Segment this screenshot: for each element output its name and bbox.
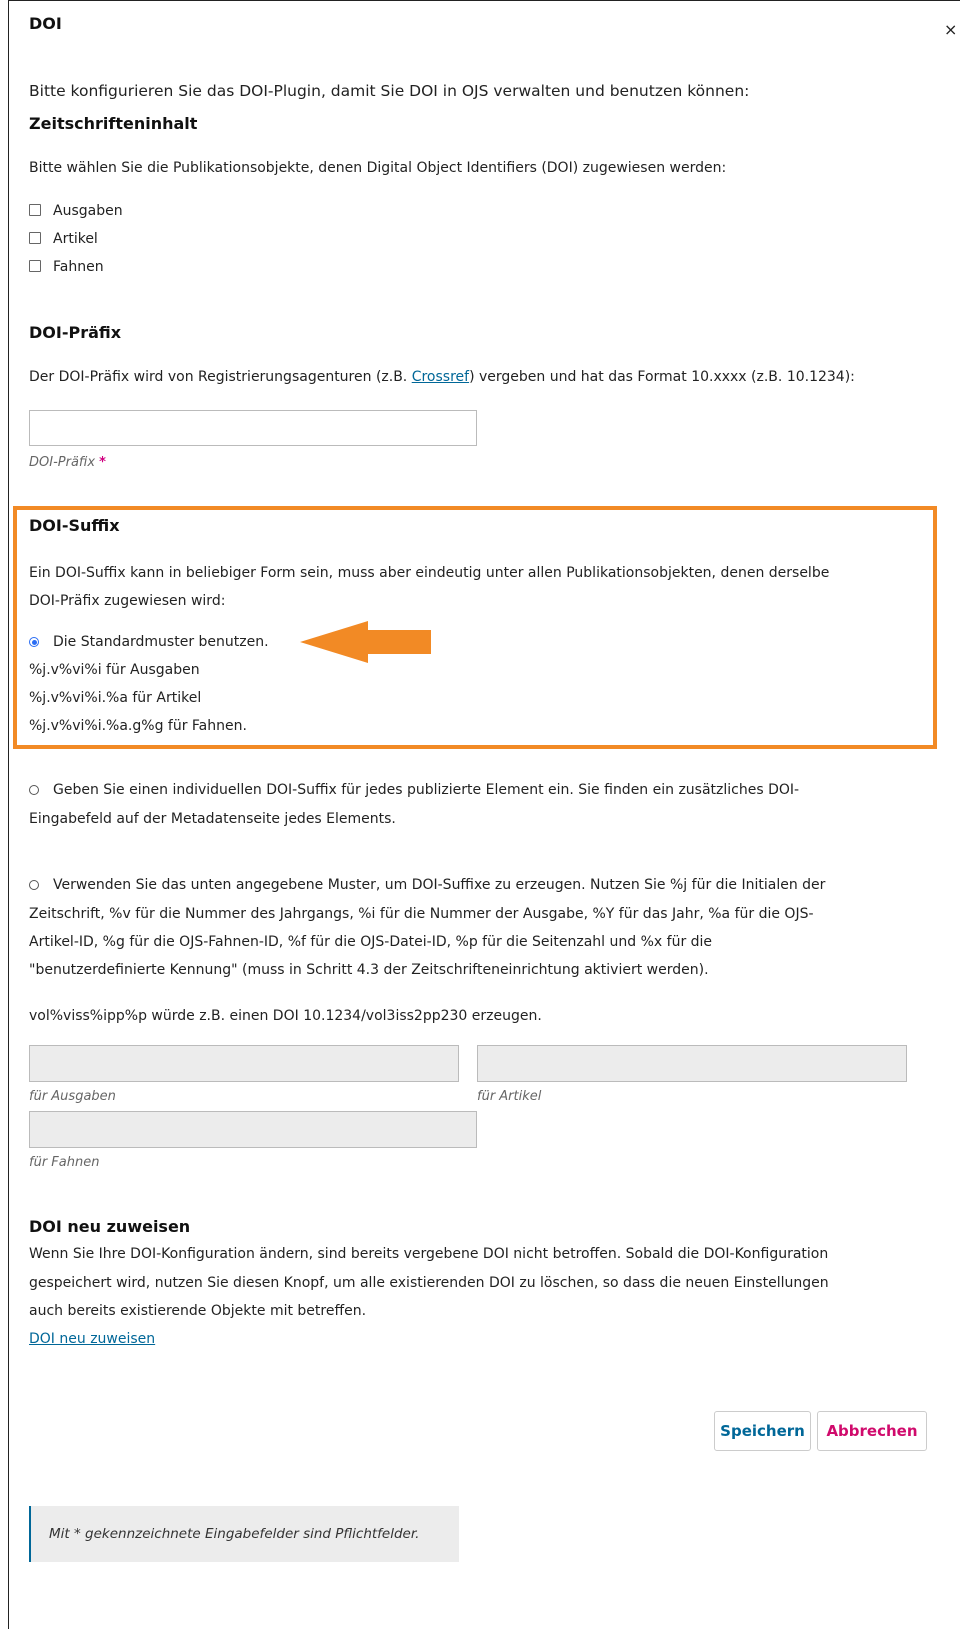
suffix-description-line2: DOI-Präfix zugewiesen wird: [29,593,226,609]
intro-text: Bitte konfigurieren Sie das DOI-Plugin, … [29,82,750,100]
checkbox-galleys[interactable]: Fahnen [29,259,104,275]
checkbox-icon[interactable] [29,232,41,244]
reassign-desc-line3: auch bereits existierende Objekte mit be… [29,1303,367,1319]
prefix-heading: DOI-Präfix [29,323,122,342]
reassign-heading: DOI neu zuweisen [29,1217,191,1236]
suffix-heading: DOI-Suffix [29,516,120,535]
radio-unselected-icon[interactable] [29,785,39,795]
required-fields-note-text: Mit * gekennzeichnete Eingabefelder sind… [49,1526,420,1542]
pattern-articles-input[interactable] [477,1045,907,1082]
pattern-articles-label: für Artikel [477,1089,542,1104]
reassign-doi-link[interactable]: DOI neu zuweisen [29,1331,155,1347]
radio-default-pattern[interactable]: Die Standardmuster benutzen. [29,634,269,650]
checkbox-icon[interactable] [29,204,41,216]
suffix-description-line1: Ein DOI-Suffix kann in beliebiger Form s… [29,565,830,581]
required-fields-note: Mit * gekennzeichnete Eingabefelder sind… [29,1506,459,1562]
save-button[interactable]: Speichern [714,1411,811,1451]
pattern-galleys: %j.v%vi%i.%a.g%g für Fahnen. [29,718,247,734]
radio-custom-suffix[interactable]: Geben Sie einen individuellen DOI-Suffix… [29,782,799,798]
pattern-issues: %j.v%vi%i für Ausgaben [29,662,200,678]
checkbox-articles[interactable]: Artikel [29,231,98,247]
reassign-desc-line1: Wenn Sie Ihre DOI-Konfiguration ändern, … [29,1246,829,1262]
prefix-description: Der DOI-Präfix wird von Registrierungsag… [29,369,855,385]
radio-selected-icon[interactable] [29,637,39,647]
pattern-issues-input[interactable] [29,1045,459,1082]
pattern-galleys-input[interactable] [29,1111,477,1148]
required-mark: * [99,455,106,470]
radio-pattern-suffix[interactable]: Verwenden Sie das unten angegebene Muste… [29,877,825,893]
suffix-highlight-box [13,506,937,749]
orange-arrow-icon [300,621,431,663]
close-icon[interactable]: × [944,20,957,39]
crossref-link[interactable]: Crossref [412,369,469,385]
checkbox-icon[interactable] [29,260,41,272]
pattern-articles: %j.v%vi%i.%a für Artikel [29,690,202,706]
pattern-galleys-label: für Fahnen [29,1155,100,1170]
content-heading: Zeitschrifteninhalt [29,114,198,133]
reassign-desc-line2: gespeichert wird, nutzen Sie diesen Knop… [29,1275,829,1291]
cancel-button[interactable]: Abbrechen [817,1411,927,1451]
radio-unselected-icon[interactable] [29,880,39,890]
doi-prefix-input[interactable] [29,410,477,446]
dialog-title: DOI [29,14,62,33]
pattern-example: vol%viss%ipp%p würde z.B. einen DOI 10.1… [29,1008,542,1024]
pattern-option-line4: "benutzerdefinierte Kennung" (muss in Sc… [29,962,709,978]
content-description: Bitte wählen Sie die Publikationsobjekte… [29,160,727,176]
pattern-option-line3: Artikel-ID, %g für die OJS-Fahnen-ID, %f… [29,934,713,950]
radio-custom-suffix-line2: Eingabefeld auf der Metadatenseite jedes… [29,811,396,827]
checkbox-issues[interactable]: Ausgaben [29,203,123,219]
doi-prefix-label: DOI-Präfix * [29,455,106,470]
pattern-issues-label: für Ausgaben [29,1089,116,1104]
pattern-option-line2: Zeitschrift, %v für die Nummer des Jahrg… [29,906,814,922]
